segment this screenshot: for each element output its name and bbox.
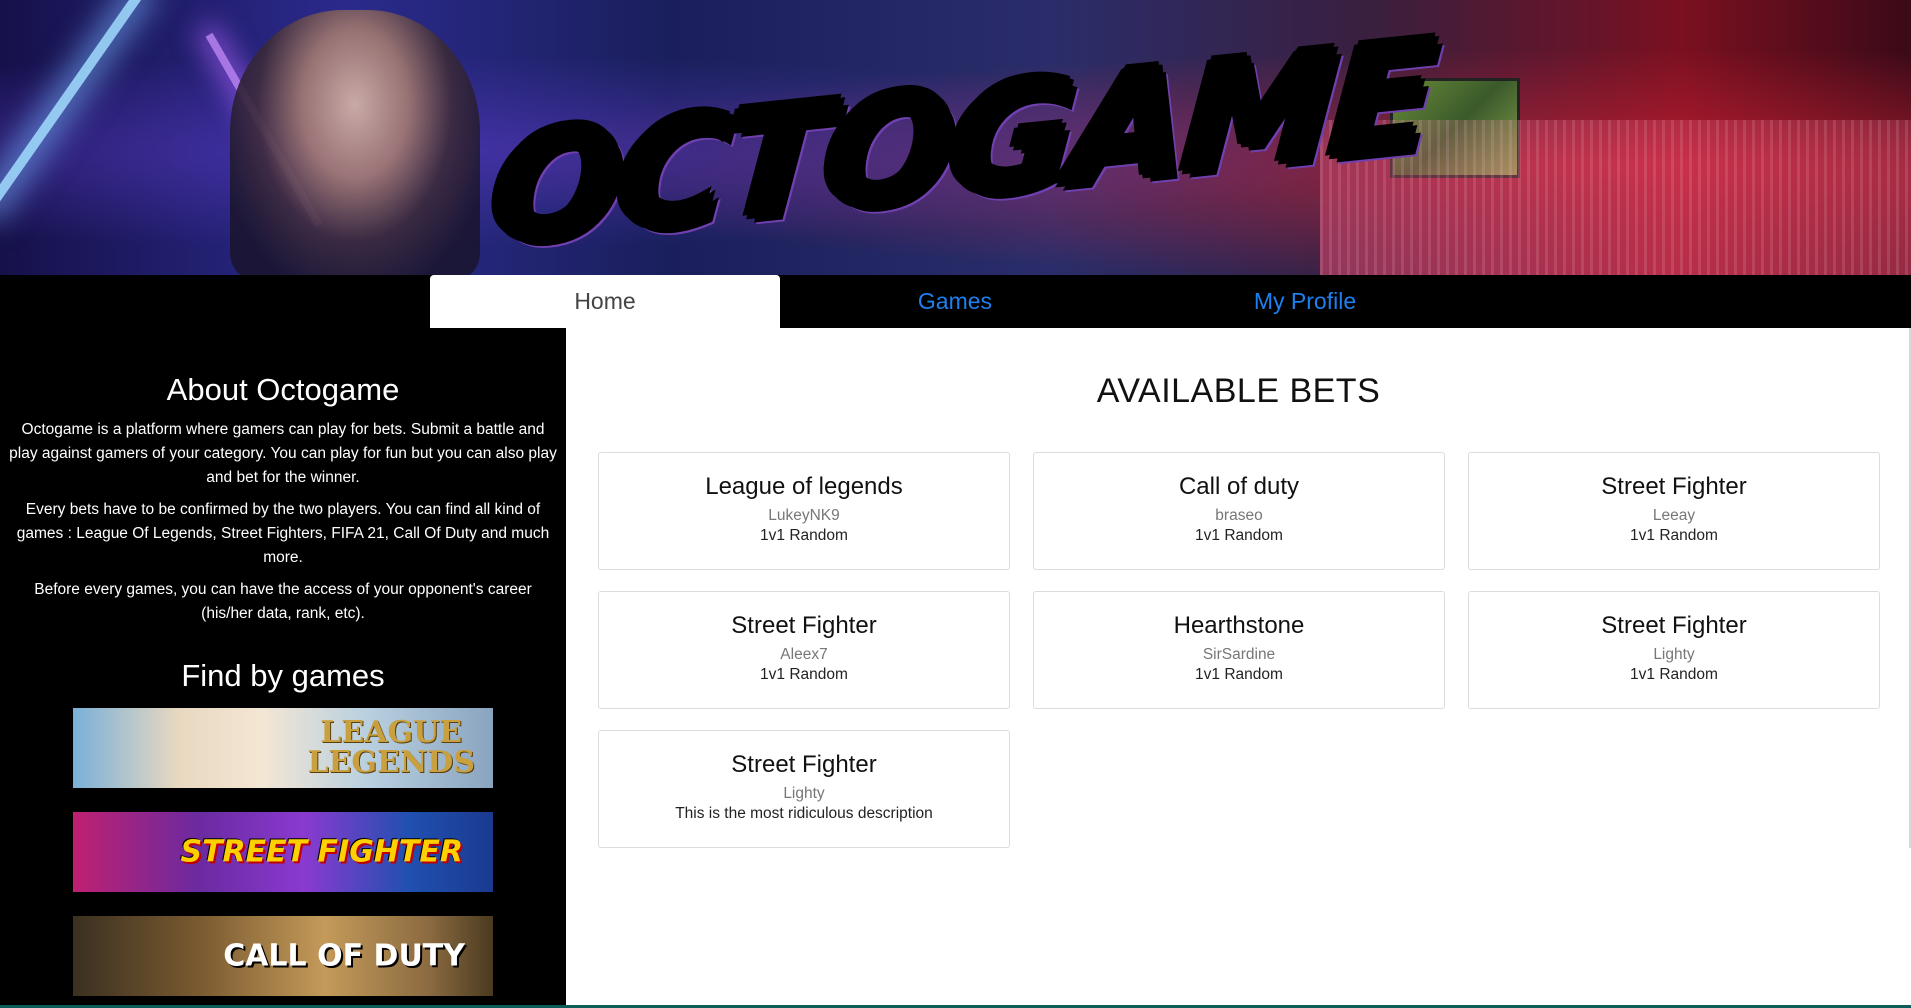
bet-user: Lighty (783, 785, 825, 802)
bet-user: LukeyNK9 (768, 507, 840, 524)
bet-description: 1v1 Random (1195, 527, 1283, 544)
game-link-call-of-duty[interactable]: CALL OF DUTY (73, 916, 493, 996)
game-link-street-fighter[interactable]: STREET FIGHTER (73, 812, 493, 892)
bet-user: SirSardine (1202, 646, 1276, 663)
about-title: About Octogame (166, 372, 400, 407)
site-logo: OCTOGAME (485, 0, 1436, 275)
main-content: AVAILABLE BETS League of legends LukeyNK… (566, 328, 1911, 1008)
bet-card[interactable]: Street Fighter Lighty 1v1 Random (1468, 591, 1880, 709)
bet-card[interactable]: League of legends LukeyNK9 1v1 Random (598, 452, 1010, 570)
bet-description: 1v1 Random (1630, 666, 1718, 683)
about-paragraph: Every bets have to be confirmed by the t… (16, 501, 550, 566)
header-banner: OCTOGAME (0, 0, 1911, 275)
page-title: AVAILABLE BETS (1096, 372, 1381, 410)
bet-user: braseo (1215, 507, 1263, 524)
game-link-league-of-legends[interactable]: LEAGUE LEGENDS (73, 708, 493, 788)
tab-home[interactable]: Home (430, 275, 780, 328)
bet-game: Street Fighter (1601, 612, 1747, 639)
bet-card[interactable]: Call of duty braseo 1v1 Random (1033, 452, 1445, 570)
bet-description: This is the most ridiculous description (675, 805, 933, 822)
bet-description: 1v1 Random (760, 666, 848, 683)
bet-card[interactable]: Street Fighter Aleex7 1v1 Random (598, 591, 1010, 709)
street-fighter-logo: STREET FIGHTER (180, 834, 463, 870)
bet-card[interactable]: Street Fighter Leeay 1v1 Random (1468, 452, 1880, 570)
bet-game: Street Fighter (731, 612, 877, 639)
neon-light-decoration (0, 0, 144, 210)
tab-games[interactable]: Games (780, 275, 1130, 328)
bet-description: 1v1 Random (1630, 527, 1718, 544)
main-navigation: Home Games My Profile (0, 275, 1911, 328)
sidebar: About Octogame Octogame is a platform wh… (0, 328, 566, 1008)
bet-description: 1v1 Random (1195, 666, 1283, 683)
find-by-games-title: Find by games (181, 658, 385, 693)
about-paragraph: Before every games, you can have the acc… (34, 581, 532, 622)
bet-game: Call of duty (1178, 473, 1300, 500)
league-of-legends-logo: LEAGUE LEGENDS (307, 715, 475, 780)
bet-game: Hearthstone (1173, 612, 1305, 639)
bet-user: Leeay (1652, 507, 1696, 524)
call-of-duty-logo: CALL OF DUTY (223, 938, 465, 974)
bet-user: Aleex7 (780, 646, 828, 663)
tab-my-profile[interactable]: My Profile (1130, 275, 1480, 328)
about-paragraph: Octogame is a platform where gamers can … (9, 421, 557, 486)
bet-description: 1v1 Random (760, 527, 848, 544)
bet-game: Street Fighter (1601, 473, 1747, 500)
bet-game: Street Fighter (731, 751, 877, 778)
gamer-image (230, 10, 480, 275)
bets-grid: League of legends LukeyNK9 1v1 Random Ca… (598, 452, 1882, 848)
bet-card[interactable]: Hearthstone SirSardine 1v1 Random (1033, 591, 1445, 709)
bet-user: Lighty (1653, 646, 1695, 663)
bet-game: League of legends (705, 473, 903, 500)
bet-card[interactable]: Street Fighter Lighty This is the most r… (598, 730, 1010, 848)
